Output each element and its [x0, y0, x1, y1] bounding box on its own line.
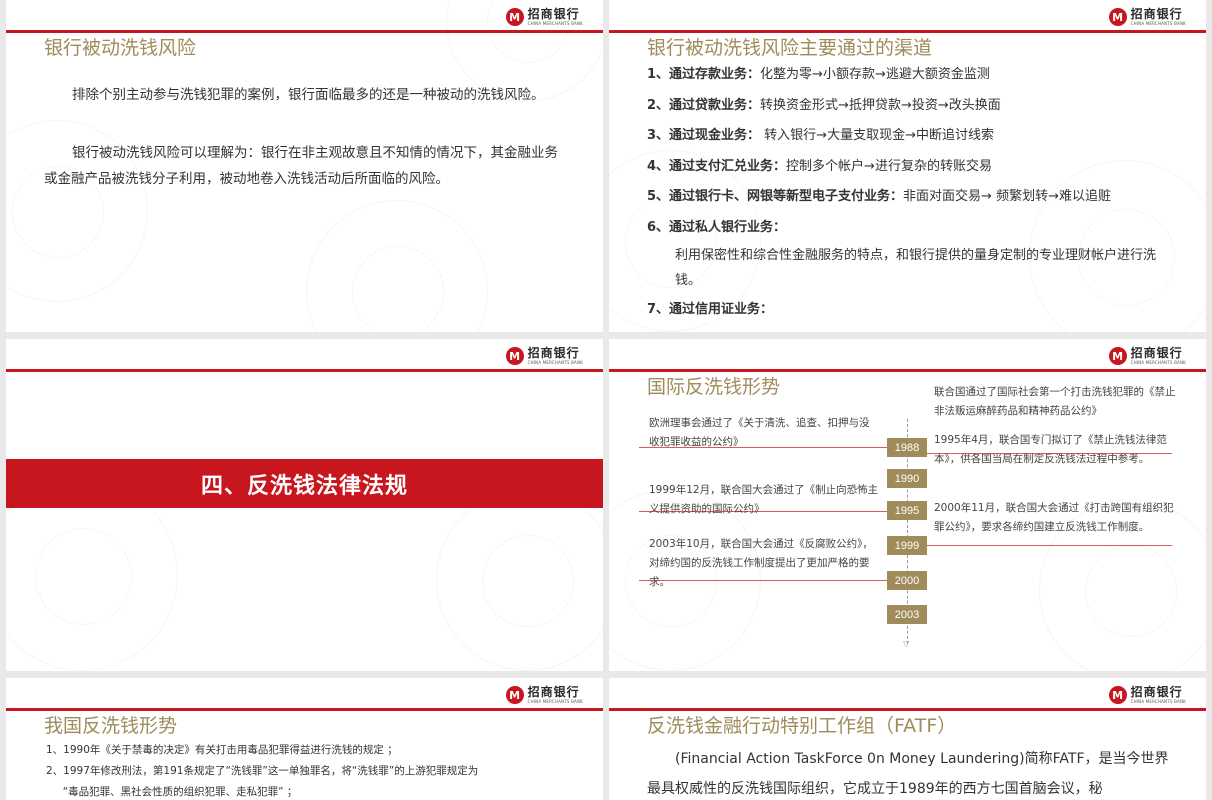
list-item-head: 4、通过支付汇兑业务：	[647, 158, 787, 174]
list-item-body: 控制多个帐户→进行复杂的转账交易	[786, 158, 992, 174]
logo-english-name: CHINA MERCHANTS BANK	[527, 360, 583, 365]
timeline-year: 1999	[887, 536, 927, 555]
logo-mark-icon: M	[505, 686, 524, 704]
bank-logo: M 招商银行 CHINA MERCHANTS BANK	[1108, 685, 1186, 704]
logo-mark-icon: M	[505, 347, 524, 365]
list-item-head: 1、通过存款业务：	[647, 67, 761, 82]
bank-logo: M 招商银行 CHINA MERCHANTS BANK	[1108, 346, 1186, 365]
slide-domestic-situation[interactable]: M 招商银行 CHINA MERCHANTS BANK 我国反洗钱形势 1、199…	[6, 678, 603, 800]
slide-title: 银行被动洗钱风险	[44, 37, 197, 59]
slide-international-situation[interactable]: M 招商银行 CHINA MERCHANTS BANK 国际反洗钱形势 ▽ 198…	[609, 339, 1206, 671]
timeline-connector	[927, 453, 1172, 454]
logo-mark-icon: M	[1108, 686, 1127, 704]
timeline-connector	[639, 511, 887, 512]
list-item: 2、1997年修改刑法，第191条规定了“洗钱罪”这一单独罪名，将“洗钱罪”的上…	[46, 765, 479, 777]
logo-english-name: CHINA MERCHANTS BANK	[527, 699, 583, 704]
paragraph: (Financial Action TaskForce 0n Money Lau…	[647, 751, 1169, 797]
list-item: 5、通过银行卡、网银等新型电子支付业务：非面对面交易→ 频繁划转→难以追赃	[647, 182, 1187, 213]
logo-name: 招商银行	[1130, 346, 1183, 360]
slide-section-divider[interactable]: M 招商银行 CHINA MERCHANTS BANK 四、反洗钱法律法规	[6, 339, 603, 671]
paragraph: 排除个别主动参与洗钱犯罪的案例，银行面临最多的还是一种被动的洗钱风险。	[72, 87, 545, 103]
list-item-head: 5、通过银行卡、网银等新型电子支付业务：	[647, 189, 904, 204]
logo-english-name: CHINA MERCHANTS BANK	[1130, 360, 1186, 365]
list-item-body: 转入银行→大量支取现金→中断追讨线索	[760, 128, 994, 143]
logo-english-name: CHINA MERCHANTS BANK	[1130, 699, 1186, 704]
logo-name: 招商银行	[527, 346, 580, 360]
slide-title: 我国反洗钱形势	[44, 715, 178, 737]
bank-logo: M 招商银行 CHINA MERCHANTS BANK	[505, 7, 583, 26]
logo-english-name: CHINA MERCHANTS BANK	[1130, 21, 1186, 26]
slide-fatf[interactable]: M 招商银行 CHINA MERCHANTS BANK 反洗钱金融行动特别工作组（…	[609, 678, 1206, 800]
slide-title: 国际反洗钱形势	[647, 376, 781, 398]
background-flower-pattern	[306, 200, 488, 332]
list-item-head: 6、通过私人银行业务：	[647, 219, 787, 235]
bank-logo: M 招商银行 CHINA MERCHANTS BANK	[505, 685, 583, 704]
logo-name: 招商银行	[1130, 685, 1183, 699]
slide-risk-channels[interactable]: M 招商银行 CHINA MERCHANTS BANK 银行被动洗钱风险主要通过的…	[609, 0, 1206, 332]
slide-passive-risk[interactable]: M 招商银行 CHINA MERCHANTS BANK 银行被动洗钱风险 排除个别…	[6, 0, 603, 332]
list-item: 2、通过贷款业务：转换资金形式→抵押贷款→投资→改头换面	[647, 91, 1187, 122]
list-item: 1、1990年《关于禁毒的决定》有关打击用毒品犯罪得益进行洗钱的规定 ；	[46, 744, 398, 756]
channel-list: 1、通过存款业务：化整为零→小额存款→逃避大额资金监测 2、通过贷款业务：转换资…	[647, 60, 1187, 326]
regulation-list: 1、1990年《关于禁毒的决定》有关打击用毒品犯罪得益进行洗钱的规定 ； 2、1…	[46, 740, 586, 800]
paragraph: 银行被动洗钱风险可以理解为：银行在非主观故意且不知情的情况下，其金融业务或金融产…	[44, 145, 558, 187]
timeline-year: 1995	[887, 501, 927, 520]
logo-english-name: CHINA MERCHANTS BANK	[527, 21, 583, 26]
timeline-year: 1990	[887, 469, 927, 488]
background-flower-pattern	[436, 489, 603, 671]
logo-mark-icon: M	[1108, 347, 1127, 365]
list-item-head: 3、通过现金业务：	[647, 128, 761, 143]
list-item: 6、通过私人银行业务：	[647, 213, 1187, 244]
timeline-note-left: 1999年12月，联合国大会通过了《制止向恐怖主义提供资助的国际公约》	[649, 484, 879, 515]
timeline-note-right: 联合国通过了国际社会第一个打击洗钱犯罪的《禁止非法贩运麻醉药品和精神药品公约》	[934, 386, 1176, 417]
timeline-year: 2003	[887, 605, 927, 624]
timeline-connector	[639, 580, 887, 581]
timeline-connector	[639, 447, 887, 448]
list-item-body: 非面对面交易→ 频繁划转→难以追赃	[903, 189, 1111, 204]
list-item-body: 转换资金形式→抵押贷款→投资→改头换面	[760, 97, 1001, 113]
bank-logo: M 招商银行 CHINA MERCHANTS BANK	[1108, 7, 1186, 26]
logo-name: 招商银行	[527, 7, 580, 21]
slide-title: 银行被动洗钱风险主要通过的渠道	[647, 37, 933, 59]
timeline-arrow-icon: ▽	[903, 639, 910, 648]
header-divider	[6, 369, 603, 372]
list-item: 7、通过信用证业务：	[647, 295, 1187, 326]
logo-mark-icon: M	[1108, 8, 1127, 26]
list-item: 1、通过存款业务：化整为零→小额存款→逃避大额资金监测	[647, 60, 1187, 91]
logo-mark-icon: M	[505, 8, 524, 26]
timeline-year: 1988	[887, 438, 927, 457]
list-item-head: 7、通过信用证业务：	[647, 302, 774, 317]
timeline-note-right: 1995年4月，联合国专门拟订了《禁止洗钱法律范本》，供各国当局在制定反洗钱法过…	[934, 434, 1167, 465]
logo-name: 招商银行	[527, 685, 580, 699]
list-item-head: 2、通过贷款业务：	[647, 97, 761, 113]
timeline-note-right: 2000年11月，联合国大会通过《打击跨国有组织犯罪公约》，要求各缔约国建立反洗…	[934, 502, 1174, 533]
list-item: 4、通过支付汇兑业务：控制多个帐户→进行复杂的转账交易	[647, 152, 1187, 183]
list-item-body: 化整为零→小额存款→逃避大额资金监测	[760, 67, 990, 82]
slide-title: 反洗钱金融行动特别工作组（FATF）	[647, 715, 957, 737]
list-item: “毒品犯罪、黑社会性质的组织犯罪、走私犯罪” ；	[46, 786, 298, 798]
section-title-band: 四、反洗钱法律法规	[6, 459, 603, 508]
timeline-connector	[927, 545, 1172, 546]
logo-name: 招商银行	[1130, 7, 1183, 21]
timeline-year: 2000	[887, 571, 927, 590]
bank-logo: M 招商银行 CHINA MERCHANTS BANK	[505, 346, 583, 365]
list-item: 3、通过现金业务： 转入银行→大量支取现金→中断追讨线索	[647, 121, 1187, 152]
list-item-description: 利用保密性和综合性金融服务的特点，和银行提供的量身定制的专业理财帐户进行洗钱。	[675, 248, 1157, 288]
timeline-note-left: 2003年10月，联合国大会通过《反腐败公约》，对缔约国的反洗钱工作制度提出了更…	[649, 538, 873, 588]
